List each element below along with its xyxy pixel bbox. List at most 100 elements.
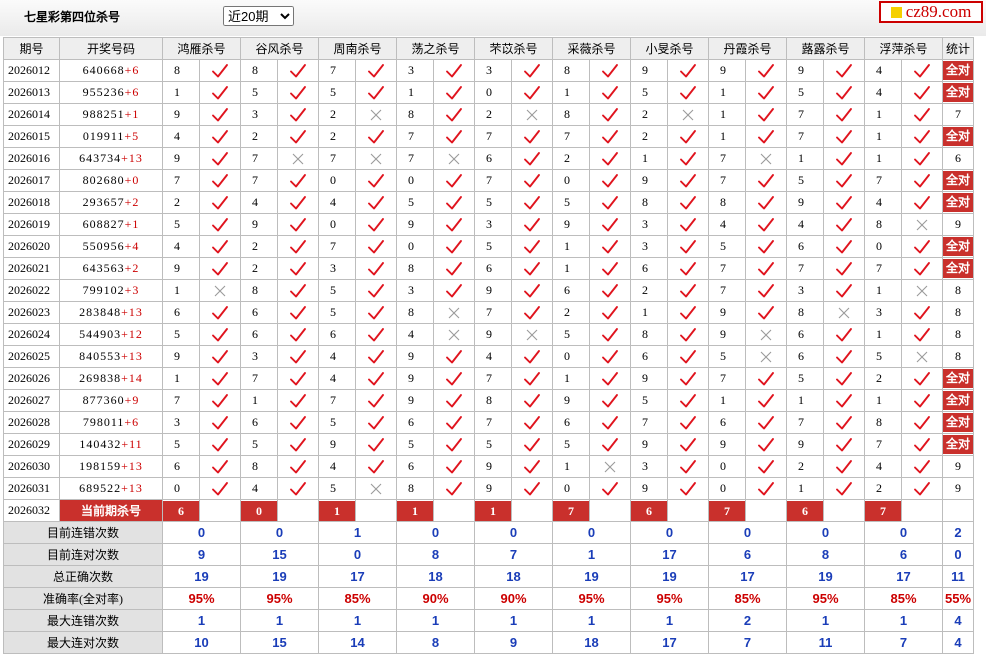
all-correct-badge: 全对 <box>943 127 973 146</box>
header-expert[interactable]: 荡之杀号 <box>396 37 475 60</box>
kill-number: 5 <box>786 81 824 104</box>
kill-number: 9 <box>630 59 668 82</box>
current-empty <box>511 499 553 522</box>
summary-value: 1 <box>162 609 241 632</box>
table-row: 2026023 283848+13 6 6 5 8 7 2 1 9 8 3 8 <box>3 301 974 324</box>
check-mark-icon <box>199 59 241 82</box>
check-mark-icon <box>745 433 787 456</box>
kill-number: 5 <box>630 81 668 104</box>
check-mark-icon <box>511 147 553 170</box>
kill-number: 6 <box>630 345 668 368</box>
header-expert[interactable]: 小旻杀号 <box>630 37 709 60</box>
kill-number: 7 <box>552 125 590 148</box>
summary-stat: 4 <box>942 609 974 632</box>
kill-number: 6 <box>162 301 200 324</box>
current-kill-badge: 6 <box>787 500 823 521</box>
kill-number: 3 <box>630 213 668 236</box>
kill-number: 4 <box>240 477 278 500</box>
kill-number: 6 <box>630 257 668 280</box>
summary-value: 95% <box>552 587 631 610</box>
check-mark-icon <box>589 169 631 192</box>
kill-number: 9 <box>708 433 746 456</box>
check-mark-icon <box>433 367 475 390</box>
cross-mark-icon <box>589 455 631 478</box>
title-bar: 七星彩第四位杀号 近20期 cz89.com <box>0 0 986 36</box>
check-mark-icon <box>277 301 319 324</box>
table-row: 2026015 019911+5 4 2 2 7 7 7 2 1 7 1 全对 <box>3 125 974 148</box>
kill-number: 9 <box>240 213 278 236</box>
kill-number: 3 <box>318 257 356 280</box>
kill-number: 1 <box>396 81 434 104</box>
row-draw-number: 140432+11 <box>59 433 163 456</box>
kill-number: 0 <box>864 235 902 258</box>
check-mark-icon <box>745 477 787 500</box>
kill-number: 8 <box>552 103 590 126</box>
draw-digits: 550956 <box>82 239 125 253</box>
check-mark-icon <box>745 103 787 126</box>
kill-number: 3 <box>474 213 512 236</box>
header-expert[interactable]: 采薇杀号 <box>552 37 631 60</box>
kill-number: 5 <box>864 345 902 368</box>
kill-number: 9 <box>474 279 512 302</box>
header-expert[interactable]: 鸿雁杀号 <box>162 37 241 60</box>
check-mark-icon <box>355 433 397 456</box>
table-row: 2026022 799102+3 1 8 5 3 9 6 2 7 3 1 8 <box>3 279 974 302</box>
kill-number: 9 <box>396 213 434 236</box>
header-expert[interactable]: 周南杀号 <box>318 37 397 60</box>
check-mark-icon <box>901 367 943 390</box>
kill-number: 3 <box>630 455 668 478</box>
table-row: 2026021 643563+2 9 2 3 8 6 1 6 7 7 7 全对 <box>3 257 974 280</box>
kill-number: 8 <box>630 191 668 214</box>
kill-number: 8 <box>240 59 278 82</box>
kill-number: 7 <box>396 147 434 170</box>
check-mark-icon <box>589 345 631 368</box>
draw-digits: 798011 <box>82 415 125 429</box>
table-row: 2026018 293657+2 2 4 4 5 5 5 8 8 9 4 全对 <box>3 191 974 214</box>
kill-number: 0 <box>552 169 590 192</box>
row-stat: 全对 <box>942 411 974 434</box>
kill-number: 0 <box>318 213 356 236</box>
kill-number: 2 <box>864 477 902 500</box>
logo-text: cz89.com <box>905 2 972 21</box>
period-select[interactable]: 近20期 <box>223 6 294 26</box>
header-expert[interactable]: 蕗露杀号 <box>786 37 865 60</box>
cross-mark-icon <box>355 477 397 500</box>
kill-number: 8 <box>864 411 902 434</box>
summary-value: 17 <box>630 543 709 566</box>
check-mark-icon <box>589 279 631 302</box>
kill-number: 7 <box>786 411 824 434</box>
summary-value: 95% <box>162 587 241 610</box>
check-mark-icon <box>277 235 319 258</box>
row-issue: 2026012 <box>3 59 60 82</box>
all-correct-badge: 全对 <box>943 369 973 388</box>
row-stat: 全对 <box>942 235 974 258</box>
header-expert[interactable]: 丹霞杀号 <box>708 37 787 60</box>
row-draw-number: 550956+4 <box>59 235 163 258</box>
summary-value: 7 <box>474 543 553 566</box>
header-expert[interactable]: 芣苡杀号 <box>474 37 553 60</box>
draw-digits: 689522 <box>79 481 122 495</box>
table-row: 2026024 544903+12 5 6 6 4 9 5 8 9 6 1 8 <box>3 323 974 346</box>
kill-number: 9 <box>786 59 824 82</box>
cross-mark-icon <box>355 103 397 126</box>
header-expert[interactable]: 浮萍杀号 <box>864 37 943 60</box>
draw-sum: +1 <box>124 217 140 231</box>
summary-value: 90% <box>474 587 553 610</box>
header-expert[interactable]: 谷风杀号 <box>240 37 319 60</box>
site-logo[interactable]: cz89.com <box>879 1 983 23</box>
correct-count: 9 <box>955 459 961 473</box>
current-kill-cell: 7 <box>708 499 746 522</box>
kill-number: 0 <box>552 477 590 500</box>
row-stat: 全对 <box>942 389 974 412</box>
kill-number: 8 <box>396 301 434 324</box>
kill-number: 7 <box>474 367 512 390</box>
check-mark-icon <box>823 191 865 214</box>
summary-value: 19 <box>552 565 631 588</box>
kill-number: 5 <box>162 323 200 346</box>
kill-number: 1 <box>786 477 824 500</box>
check-mark-icon <box>823 433 865 456</box>
check-mark-icon <box>511 301 553 324</box>
row-draw-number: 643563+2 <box>59 257 163 280</box>
kill-number: 1 <box>864 125 902 148</box>
check-mark-icon <box>823 59 865 82</box>
